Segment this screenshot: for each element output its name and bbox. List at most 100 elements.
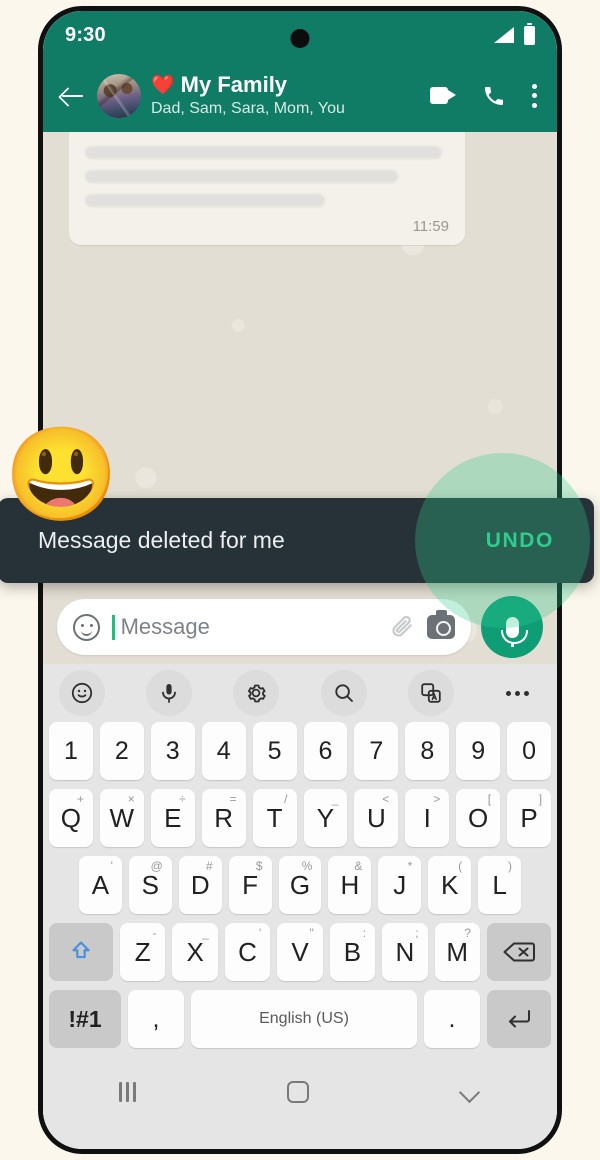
key-alt-label: ( <box>458 859 463 873</box>
key-2[interactable]: 2 <box>99 722 144 780</box>
back-arrow-icon[interactable] <box>57 81 87 111</box>
key-v[interactable]: " V <box>277 923 323 981</box>
keyboard-row-last: !#1 , English (US) . <box>43 990 557 1052</box>
shift-key-icon[interactable] <box>49 923 114 981</box>
message-timestamp: 11:59 <box>412 218 449 235</box>
message-input-pill[interactable]: Message <box>57 599 471 655</box>
key-o[interactable]: [O <box>456 789 501 847</box>
key-k[interactable]: (K <box>428 856 472 914</box>
phone-call-icon[interactable] <box>482 84 506 108</box>
key-d[interactable]: # D <box>178 856 222 914</box>
key-g[interactable]: % G <box>278 856 322 914</box>
message-input[interactable]: Message <box>121 614 377 640</box>
redacted-text-line <box>85 170 399 183</box>
avatar[interactable] <box>97 73 141 118</box>
key-label: C <box>238 936 257 967</box>
key-label: O <box>468 802 489 833</box>
key-label: Q <box>60 802 82 833</box>
key-alt-label: × <box>127 792 135 806</box>
key-i[interactable]: > I <box>405 789 450 847</box>
key-3[interactable]: 3 <box>150 722 195 780</box>
key-label: Y <box>316 802 335 833</box>
key-u[interactable]: < U <box>354 789 399 847</box>
key-q[interactable]: + Q <box>48 789 93 847</box>
smiley-icon[interactable] <box>73 613 100 641</box>
key-label: N <box>395 936 415 967</box>
search-icon[interactable] <box>320 670 367 716</box>
message-bubble[interactable]: 11:59 <box>69 132 465 245</box>
key-label: D <box>190 869 210 900</box>
space-key[interactable]: English (US) <box>191 990 417 1048</box>
battery-icon <box>524 22 535 45</box>
key-label: 2 <box>114 736 129 765</box>
symbols-key[interactable]: !#1 <box>49 990 121 1048</box>
more-icon[interactable] <box>495 670 541 716</box>
key-x[interactable]: _ X <box>172 923 218 981</box>
key-label: 0 <box>522 736 537 765</box>
gear-icon[interactable] <box>233 670 280 716</box>
key-c[interactable]: ' C <box>224 923 271 981</box>
key-m[interactable]: ? M <box>434 923 480 981</box>
key-y[interactable]: _ Y <box>303 789 348 847</box>
key-alt-label: [ <box>487 792 492 806</box>
key-alt-label: < <box>382 792 390 806</box>
key-z[interactable]: -Z <box>120 923 166 981</box>
key-6[interactable]: 6 <box>303 722 348 780</box>
key-7[interactable]: 7 <box>354 722 399 780</box>
key-e[interactable]: ÷ E <box>150 789 195 847</box>
key-alt-label: ) <box>508 859 513 873</box>
key-0[interactable]: 0 <box>507 722 552 780</box>
key-label: F <box>242 869 259 900</box>
chat-title-block[interactable]: ❤️ My Family Dad, Sam, Sara, Mom, You <box>151 73 420 118</box>
key-label: 7 <box>369 736 384 765</box>
keyboard-row-top: + Q × W ÷ E = R / T _ Y < U > I[O] P <box>43 789 557 847</box>
key-h[interactable]: & H <box>328 856 372 914</box>
comma-key[interactable]: , <box>128 990 184 1048</box>
key-alt-label: _ <box>331 792 339 806</box>
key-alt-label: # <box>205 859 213 873</box>
key-label: E <box>164 802 182 833</box>
key-alt-label: - <box>152 926 157 940</box>
key-9[interactable]: 9 <box>456 722 501 780</box>
translate-icon[interactable] <box>407 670 454 716</box>
key-r[interactable]: = R <box>201 789 246 847</box>
backspace-key-icon[interactable] <box>486 923 551 981</box>
key-p[interactable]: ] P <box>507 789 552 847</box>
chevron-down-icon[interactable] <box>461 1082 481 1102</box>
video-call-icon[interactable] <box>430 87 456 104</box>
key-n[interactable]: ; N <box>382 923 428 981</box>
kebab-menu-icon[interactable] <box>532 83 537 108</box>
enter-key-icon[interactable] <box>487 990 551 1048</box>
key-l[interactable]: ) L <box>478 856 522 914</box>
key-label: R <box>214 802 234 833</box>
key-t[interactable]: / T <box>252 789 297 847</box>
key-label: S <box>141 869 159 900</box>
home-icon[interactable] <box>287 1081 310 1103</box>
voice-input-icon[interactable] <box>146 670 193 716</box>
key-label: I <box>423 802 431 833</box>
key-4[interactable]: 4 <box>201 722 246 780</box>
key-label: 9 <box>471 736 486 765</box>
key-5[interactable]: 5 <box>252 722 297 780</box>
key-w[interactable]: × W <box>99 789 144 847</box>
key-j[interactable]: * J <box>378 856 422 914</box>
key-alt-label: : <box>362 926 367 940</box>
period-key[interactable]: . <box>424 990 480 1048</box>
camera-icon[interactable] <box>427 610 455 639</box>
key-alt-label: ' <box>258 926 262 940</box>
key-f[interactable]: $ F <box>228 856 272 914</box>
key-label: 4 <box>216 736 231 765</box>
key-1[interactable]: 1 <box>48 722 93 780</box>
key-b[interactable]: :B <box>329 923 376 981</box>
paperclip-icon[interactable] <box>389 614 415 640</box>
undo-button[interactable]: UNDO <box>486 529 554 553</box>
key-alt-label: / <box>284 792 288 806</box>
emoji-icon[interactable] <box>59 670 105 716</box>
key-a[interactable]: ' A <box>79 856 122 914</box>
recents-icon[interactable] <box>118 1082 136 1102</box>
key-label: L <box>492 869 507 900</box>
key-s[interactable]: @ S <box>128 856 172 914</box>
key-8[interactable]: 8 <box>405 722 450 780</box>
key-label: A <box>91 869 110 900</box>
key-label: G <box>289 869 311 900</box>
